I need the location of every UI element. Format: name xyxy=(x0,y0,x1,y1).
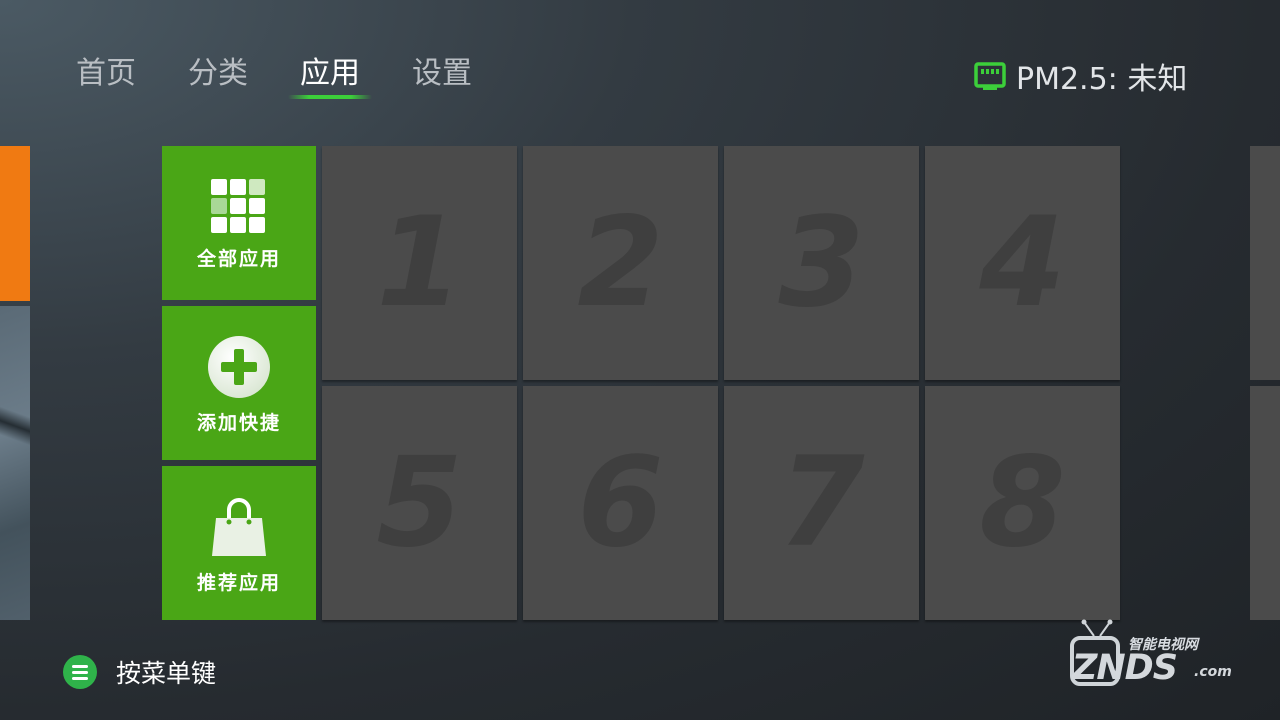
slot-number: 8 xyxy=(979,431,1066,575)
recommended-apps-label: 推荐应用 xyxy=(196,572,281,594)
app-slot-7[interactable]: 7 xyxy=(724,386,919,620)
next-page-tile-bottom[interactable] xyxy=(1250,386,1280,620)
tab-categories[interactable]: 分类 xyxy=(188,52,248,96)
pm25-status: PM2.5: 未知 xyxy=(974,56,1188,97)
app-slot-1[interactable]: 1 xyxy=(322,146,517,380)
previous-page-tile-image[interactable] xyxy=(0,306,30,620)
menu-hint-text: 按菜单键 xyxy=(116,659,217,688)
slot-number: 3 xyxy=(778,191,865,335)
znds-watermark: 智能电视网 ZNDS .com xyxy=(1066,618,1236,690)
watermark-logo: ZNDS xyxy=(1072,648,1178,688)
add-circle-icon xyxy=(208,336,270,398)
top-navigation: 首页 分类 应用 设置 PM2.5: 未知 xyxy=(0,0,1280,110)
watermark-suffix: .com xyxy=(1194,664,1232,680)
app-slot-3[interactable]: 3 xyxy=(724,146,919,380)
recommended-apps-tile[interactable]: 推荐应用 xyxy=(162,466,316,620)
active-tab-indicator xyxy=(288,95,372,99)
menu-key-hint: 按菜单键 xyxy=(62,654,216,690)
menu-icon xyxy=(63,655,97,689)
add-shortcut-tile[interactable]: 添加快捷 xyxy=(162,306,316,460)
next-page-tile-top[interactable] xyxy=(1250,146,1280,380)
app-slot-2[interactable]: 2 xyxy=(523,146,718,380)
app-slot-4[interactable]: 4 xyxy=(925,146,1120,380)
slot-number: 4 xyxy=(979,191,1066,335)
add-shortcut-label: 添加快捷 xyxy=(196,412,281,434)
app-slot-6[interactable]: 6 xyxy=(523,386,718,620)
app-grid-icon xyxy=(211,179,265,233)
app-slot-5[interactable]: 5 xyxy=(322,386,517,620)
pm25-text: PM2.5: 未知 xyxy=(1016,62,1188,97)
slot-number: 1 xyxy=(376,191,463,335)
slot-number: 2 xyxy=(577,191,664,335)
all-apps-tile[interactable]: 全部应用 xyxy=(162,146,316,300)
shopping-bag-icon xyxy=(212,498,266,556)
previous-page-tile-orange[interactable] xyxy=(0,146,30,301)
slot-number: 7 xyxy=(778,431,865,575)
tab-home[interactable]: 首页 xyxy=(76,52,136,96)
ethernet-icon xyxy=(974,62,1006,90)
app-slot-8[interactable]: 8 xyxy=(925,386,1120,620)
slot-number: 5 xyxy=(376,431,463,575)
all-apps-label: 全部应用 xyxy=(196,248,281,270)
tab-apps[interactable]: 应用 xyxy=(300,52,360,96)
slot-number: 6 xyxy=(577,431,664,575)
tab-settings[interactable]: 设置 xyxy=(412,52,472,96)
